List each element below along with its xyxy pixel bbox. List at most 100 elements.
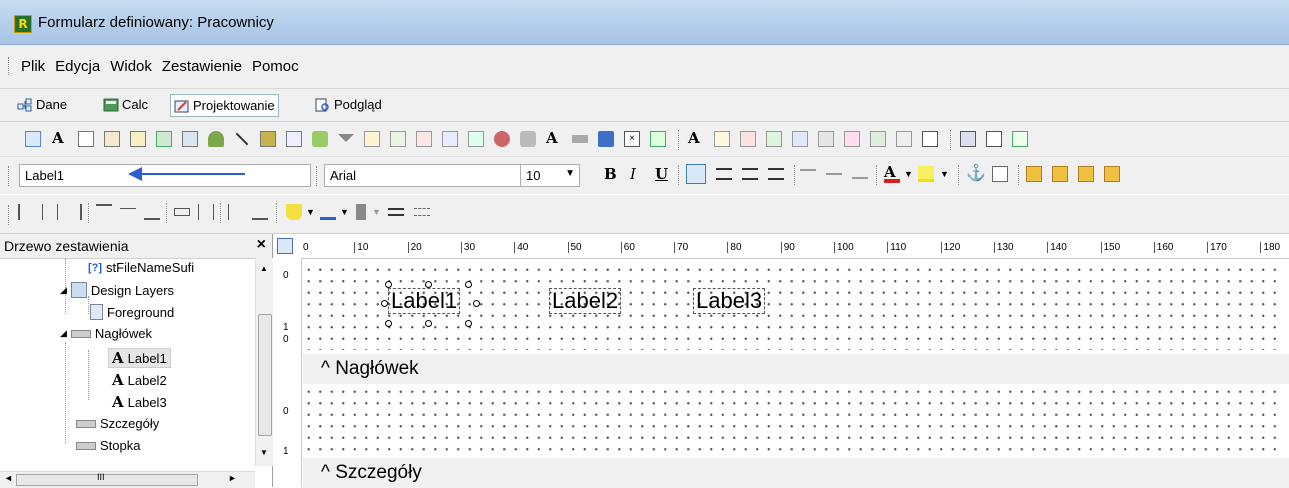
tab-dane[interactable]: Dane <box>14 94 70 115</box>
db-richtext-icon[interactable] <box>416 131 432 147</box>
align-centers-icon[interactable] <box>42 204 58 220</box>
report-label-1[interactable]: Label1 <box>388 288 461 314</box>
ruler-corner-icon[interactable] <box>277 238 293 254</box>
align-middles-icon[interactable] <box>120 208 136 216</box>
tree-item-design-layers[interactable]: ◢ Design Layers <box>60 282 174 298</box>
calc-field-icon[interactable] <box>156 131 172 147</box>
close-icon[interactable]: × <box>257 236 266 254</box>
resize-handle[interactable] <box>425 281 432 288</box>
pointer-icon[interactable] <box>25 131 41 147</box>
bring-forward-icon[interactable] <box>1078 166 1094 182</box>
highlight-color-icon[interactable] <box>918 166 934 182</box>
tree-item-stfilenamesufi[interactable]: [?] stFileNameSufi <box>88 260 194 275</box>
collapse-icon[interactable]: ◢ <box>60 285 67 296</box>
send-back-icon[interactable] <box>1052 166 1068 182</box>
font-color-icon[interactable]: A <box>884 163 900 183</box>
region-tool-icon[interactable] <box>844 131 860 147</box>
filter-icon[interactable] <box>338 134 354 142</box>
band-szczegoly[interactable]: ^ Szczegóły <box>303 458 1289 488</box>
scroll-left-icon[interactable]: ◄ <box>4 473 13 483</box>
resize-handle[interactable] <box>465 320 472 327</box>
db-image-icon[interactable] <box>468 131 484 147</box>
resize-handle[interactable] <box>425 320 432 327</box>
send-backward-icon[interactable] <box>1104 166 1120 182</box>
group-icon[interactable] <box>1012 131 1028 147</box>
band-naglowek[interactable]: ^ Nagłówek <box>303 354 1289 384</box>
border-icon[interactable] <box>992 166 1008 182</box>
barcode-icon[interactable] <box>260 131 276 147</box>
scroll-down-icon[interactable]: ▼ <box>260 448 268 457</box>
tree-item-szczegoly[interactable]: Szczegóły <box>76 416 159 431</box>
line-color-icon[interactable] <box>320 204 336 220</box>
line-width-icon[interactable] <box>388 208 404 216</box>
fill-color-icon[interactable] <box>286 204 302 220</box>
detail-band-grid[interactable] <box>303 386 1283 452</box>
shadow-color-icon[interactable] <box>356 204 366 220</box>
rich-text-icon[interactable] <box>104 131 120 147</box>
valign-top-icon[interactable] <box>800 169 816 175</box>
richedit-icon[interactable] <box>312 131 328 147</box>
align-bottoms-icon[interactable] <box>144 204 160 220</box>
align-center-icon[interactable] <box>716 168 732 180</box>
checkbox-icon[interactable]: × <box>624 131 640 147</box>
tree-vertical-scrollbar[interactable]: ▲ ▼ <box>255 258 273 466</box>
same-height-icon[interactable] <box>252 204 268 220</box>
toolbar-grip[interactable] <box>316 166 320 186</box>
db-text-label-icon[interactable]: A <box>546 129 562 147</box>
menu-pomoc[interactable]: Pomoc <box>251 58 300 75</box>
same-width-icon[interactable] <box>228 204 244 220</box>
collapse-icon[interactable]: ◢ <box>60 328 67 339</box>
align-tops-icon[interactable] <box>96 204 112 220</box>
region-icon[interactable] <box>598 131 614 147</box>
table-icon[interactable] <box>286 131 302 147</box>
tab-podglad[interactable]: Podgląd <box>312 94 385 115</box>
menu-plik[interactable]: Plik <box>20 58 46 75</box>
valign-bottom-icon[interactable] <box>852 177 868 183</box>
db-label-icon[interactable] <box>364 131 380 147</box>
menu-widok[interactable]: Widok <box>109 58 153 75</box>
text-label-icon[interactable]: A <box>52 129 68 147</box>
scroll-thumb[interactable] <box>258 314 272 436</box>
resize-handle[interactable] <box>385 281 392 288</box>
bold-button[interactable]: B <box>604 165 617 183</box>
resize-handle[interactable] <box>385 320 392 327</box>
menu-edycja[interactable]: Edycja <box>54 58 101 75</box>
db-subreport-icon[interactable] <box>922 131 938 147</box>
space-horz-icon[interactable] <box>174 208 190 216</box>
design-surface[interactable]: 0 10 20 30 40 50 60 70 80 90 100 110 120 130 140 150 160… <box>273 234 1289 488</box>
align-lefts-icon[interactable] <box>18 204 34 220</box>
tree-item-naglowek[interactable]: ◢ Nagłówek <box>60 326 152 341</box>
dbcalc-icon[interactable] <box>740 131 756 147</box>
tree-item-label3[interactable]: A Label3 <box>112 393 167 411</box>
scroll-thumb[interactable]: III <box>16 472 198 486</box>
scroll-up-icon[interactable]: ▲ <box>260 264 268 273</box>
db-chart-icon[interactable] <box>494 131 510 147</box>
line-style-icon[interactable] <box>414 208 430 216</box>
chart-icon[interactable] <box>208 131 224 147</box>
chevron-down-icon[interactable]: ▼ <box>340 207 356 223</box>
image-icon[interactable] <box>182 131 198 147</box>
db-calc-sum-icon[interactable] <box>766 131 782 147</box>
memo-icon[interactable] <box>78 131 94 147</box>
tree-horizontal-scrollbar[interactable]: ◄ III ► <box>0 471 255 488</box>
report-label-3[interactable]: Label3 <box>693 288 766 314</box>
chevron-down-icon[interactable]: ▼ <box>372 207 388 223</box>
tree-item-label1[interactable]: A Label1 <box>108 348 171 368</box>
scroll-right-icon[interactable]: ► <box>228 473 237 483</box>
db-memo-icon[interactable] <box>390 131 406 147</box>
underline-button[interactable]: U <box>655 165 668 183</box>
chevron-down-icon[interactable]: ▼ <box>940 169 956 185</box>
anchor-icon[interactable]: ⚓ <box>966 163 986 182</box>
tab-calc[interactable]: Calc <box>100 94 151 115</box>
band-icon-tool[interactable] <box>986 131 1002 147</box>
report-label-2[interactable]: Label2 <box>549 288 622 314</box>
font-name-select[interactable]: Arial ▼ <box>324 164 539 187</box>
resize-handle[interactable] <box>473 300 480 307</box>
justify-icon[interactable] <box>768 168 784 180</box>
page-break-icon[interactable] <box>714 131 730 147</box>
align-rights-icon[interactable] <box>66 204 82 220</box>
tree-item-stopka[interactable]: Stopka <box>76 438 140 453</box>
italic-button[interactable]: I <box>630 165 636 183</box>
db-text-icon[interactable] <box>130 131 146 147</box>
shape-icon[interactable] <box>572 135 588 143</box>
